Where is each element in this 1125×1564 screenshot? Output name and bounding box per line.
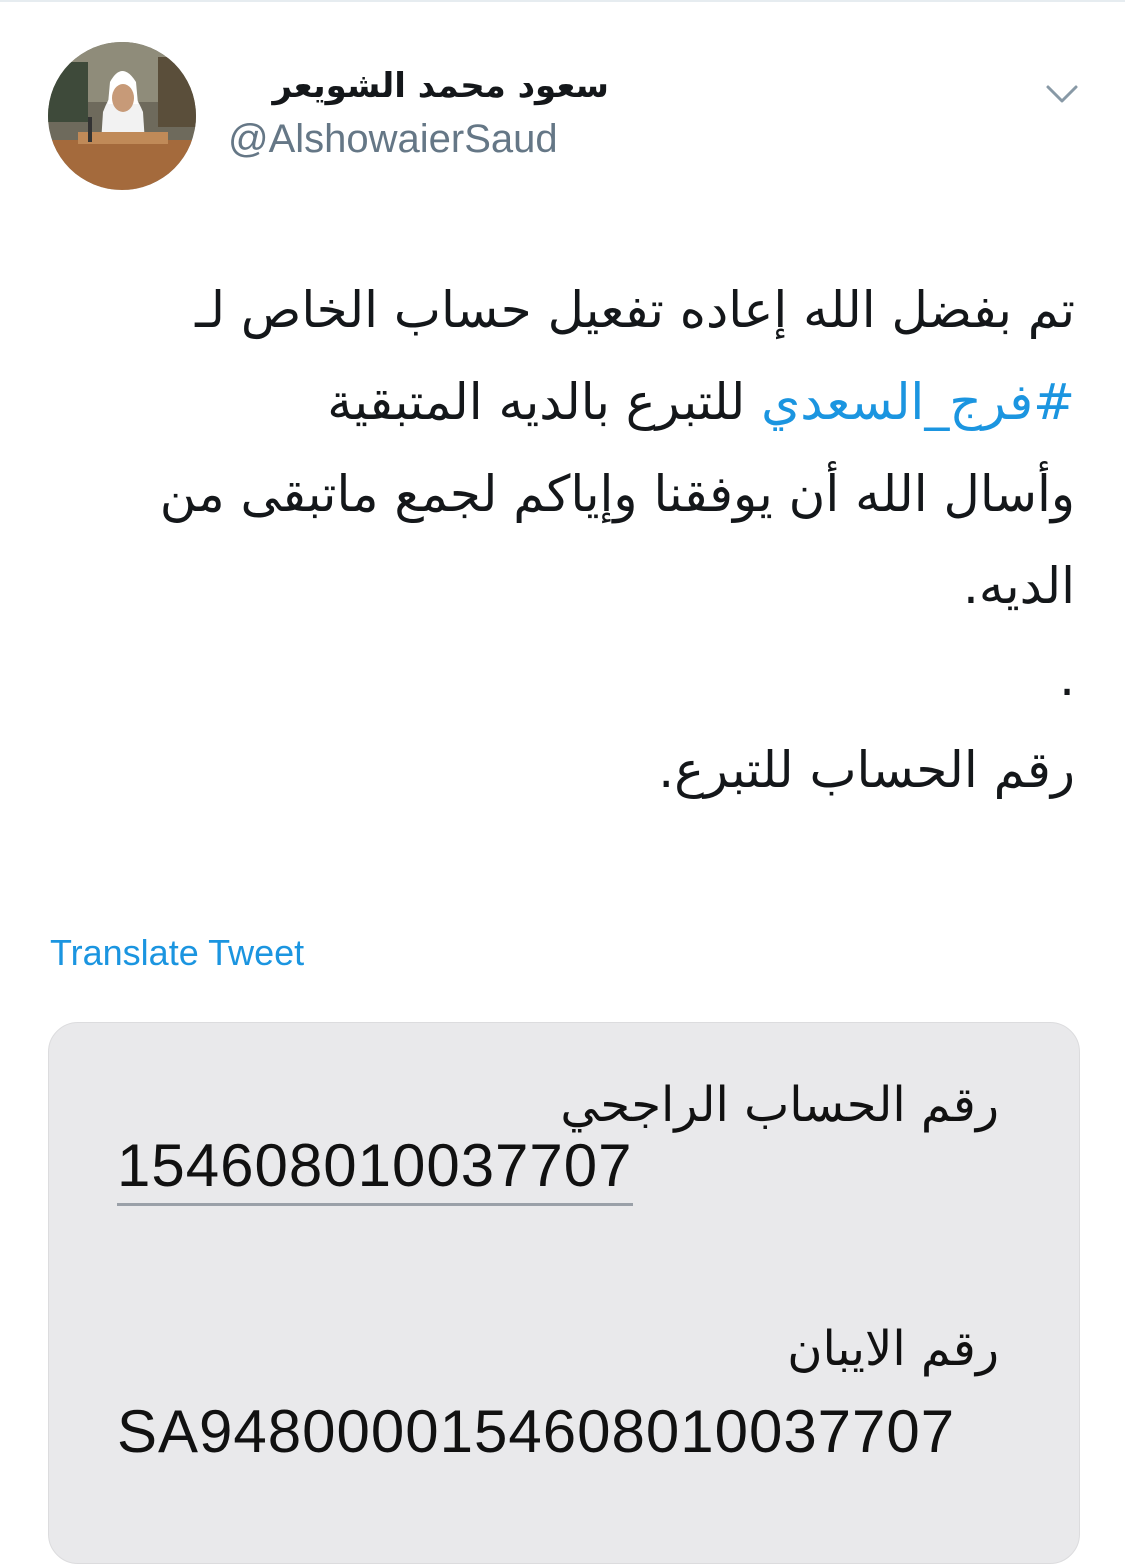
author-name[interactable]: سعود محمد الشويعر — [273, 62, 610, 110]
top-divider — [0, 0, 1125, 2]
chevron-down-icon[interactable] — [1042, 74, 1082, 114]
tweet-line-5: . — [1059, 649, 1075, 707]
tweet-line-2-text: للتبرع بالديه المتبقية — [327, 373, 762, 431]
tweet-line-1: تم بفضل الله إعاده تفعيل حساب الخاص لـ — [195, 281, 1075, 339]
tweet-line-3: وأسال الله أن يوفقنا وإياكم لجمع ماتبقى … — [159, 465, 1075, 523]
tweet-line-6: رقم الحساب للتبرع. — [658, 741, 1075, 799]
iban-number: SA9480000154608010037707 — [117, 1398, 956, 1465]
tweet-line-2: #فرج_السعدي للتبرع بالديه المتبقية — [45, 356, 1075, 448]
translate-tweet-link[interactable]: Translate Tweet — [50, 928, 304, 978]
tweet-media-image[interactable]: رقم الحساب الراجحي 154608010037707 رقم ا… — [48, 1022, 1080, 1564]
iban-label: رقم الايبان — [787, 1321, 999, 1377]
account-label: رقم الحساب الراجحي — [560, 1077, 999, 1133]
author-handle[interactable]: @AlshowaierSaud — [228, 114, 558, 164]
hashtag-link[interactable]: #فرج_السعدي — [761, 373, 1075, 431]
account-number: 154608010037707 — [117, 1131, 633, 1206]
tweet-text: تم بفضل الله إعاده تفعيل حساب الخاص لـ #… — [45, 264, 1075, 816]
tweet-line-4: الديه. — [963, 557, 1075, 615]
avatar[interactable] — [48, 42, 196, 190]
